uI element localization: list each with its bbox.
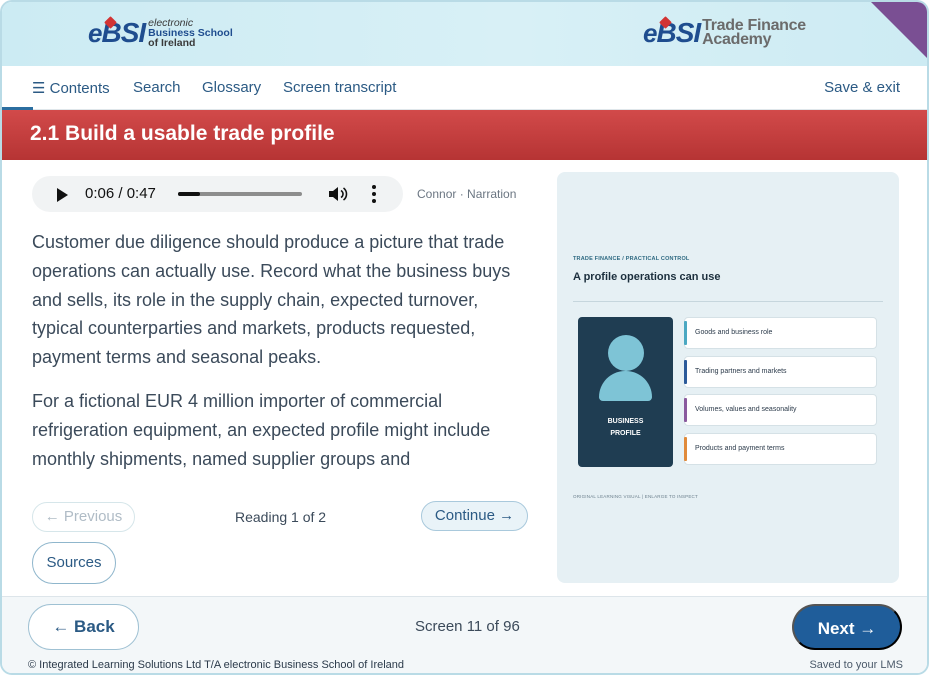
profile-item-label: Products and payment terms — [695, 444, 785, 452]
tfa-logo-text: Trade Finance Academy — [702, 18, 806, 48]
tfa-logo-mark: eBSI — [643, 16, 701, 50]
business-profile-label: BUSINESS PROFILE — [578, 416, 673, 440]
profile-item-accent — [684, 398, 687, 422]
profile-item-label: Trading partners and markets — [695, 367, 787, 375]
next-button[interactable]: Next → — [792, 604, 902, 650]
profile-item: Volumes, values and seasonality — [684, 394, 877, 426]
screen-title: 2.1 Build a usable trade profile — [30, 122, 335, 145]
profile-item-accent — [684, 436, 687, 461]
more-vertical-icon[interactable] — [367, 184, 381, 204]
trade-finance-academy-logo: eBSI Trade Finance Academy — [643, 16, 806, 50]
header-banner: eBSI electronic Business School of Irela… — [2, 2, 927, 66]
audio-progress-fill — [178, 192, 201, 196]
back-button[interactable]: ← Back — [28, 604, 139, 650]
nav-screen-transcript[interactable]: Screen transcript — [283, 79, 396, 96]
volume-icon[interactable] — [328, 186, 348, 202]
sources-button[interactable]: Sources — [32, 542, 116, 584]
profile-item: Trading partners and markets — [684, 355, 877, 388]
profile-items-list: Goods and business role Trading partners… — [684, 317, 877, 471]
course-player-window: eBSI electronic Business School of Irela… — [0, 0, 929, 675]
reading-status: Reading 1 of 2 — [235, 509, 327, 525]
visual-divider — [573, 301, 883, 302]
person-icon-body — [599, 371, 652, 401]
profile-item: Goods and business role — [684, 317, 877, 349]
logo-mark-e: e — [643, 18, 658, 48]
audio-time: 0:06 / 0:47 — [85, 185, 156, 202]
previous-reading-button[interactable]: ← Previous — [32, 502, 135, 532]
screen-title-bar: 2.1 Build a usable trade profile — [2, 110, 927, 160]
copyright-text: © Integrated Learning Solutions Ltd T/A … — [28, 659, 405, 671]
corner-accent — [871, 2, 927, 58]
logo-mark-e: e — [88, 18, 103, 48]
audio-player: 0:06 / 0:47 — [32, 176, 403, 212]
save-exit-button[interactable]: Save & exit — [824, 79, 900, 96]
visual-kicker: TRADE FINANCE / PRACTICAL CONTROL — [573, 256, 690, 262]
profile-item-label: Volumes, values and seasonality — [695, 406, 797, 413]
nav-glossary[interactable]: Glossary — [202, 79, 261, 96]
top-navigation: ☰ Contents Search Glossary Screen transc… — [2, 66, 927, 110]
ebsi-logo: eBSI electronic Business School of Irela… — [88, 16, 233, 50]
reading-paragraph: Customer due diligence should produce a … — [32, 232, 511, 368]
screen-counter: Screen 11 of 96 — [415, 618, 520, 635]
visual-caption: ORIGINAL LEARNING VISUAL | ENLARGE TO IN… — [573, 494, 698, 499]
profile-item-accent — [684, 359, 687, 384]
reading-paragraph: For a fictional EUR 4 million importer o… — [32, 390, 491, 469]
business-profile-card: BUSINESS PROFILE — [578, 317, 673, 467]
reading-text: Customer due diligence should produce a … — [32, 228, 532, 478]
audio-seek-bar[interactable] — [178, 192, 302, 196]
learning-visual-panel[interactable]: TRADE FINANCE / PRACTICAL CONTROL A prof… — [557, 172, 899, 583]
save-status: Saved to your LMS — [809, 659, 903, 671]
ebsi-logo-mark: eBSI — [88, 16, 146, 50]
card-label-line-1: BUSINESS — [607, 418, 644, 425]
narration-credit: Connor · Narration — [417, 187, 517, 201]
continue-reading-button[interactable]: Continue → — [421, 501, 528, 531]
profile-item-accent — [684, 321, 687, 345]
ebsi-logo-text: electronic Business School of Ireland — [148, 18, 233, 49]
visual-title: A profile operations can use — [573, 271, 721, 283]
card-label-line-2: PROFILE — [610, 430, 641, 437]
person-icon-head — [608, 335, 644, 371]
logo-line-3: of Ireland — [148, 37, 196, 49]
logo-line-2: Academy — [702, 31, 772, 48]
profile-item-label: Goods and business role — [695, 329, 773, 336]
nav-contents[interactable]: ☰ Contents — [32, 79, 110, 97]
footer-bar: ← Back Screen 11 of 96 Next → © Integrat… — [2, 596, 927, 673]
play-icon[interactable] — [57, 188, 68, 202]
nav-search[interactable]: Search — [133, 79, 181, 96]
profile-item: Products and payment terms — [684, 432, 877, 465]
